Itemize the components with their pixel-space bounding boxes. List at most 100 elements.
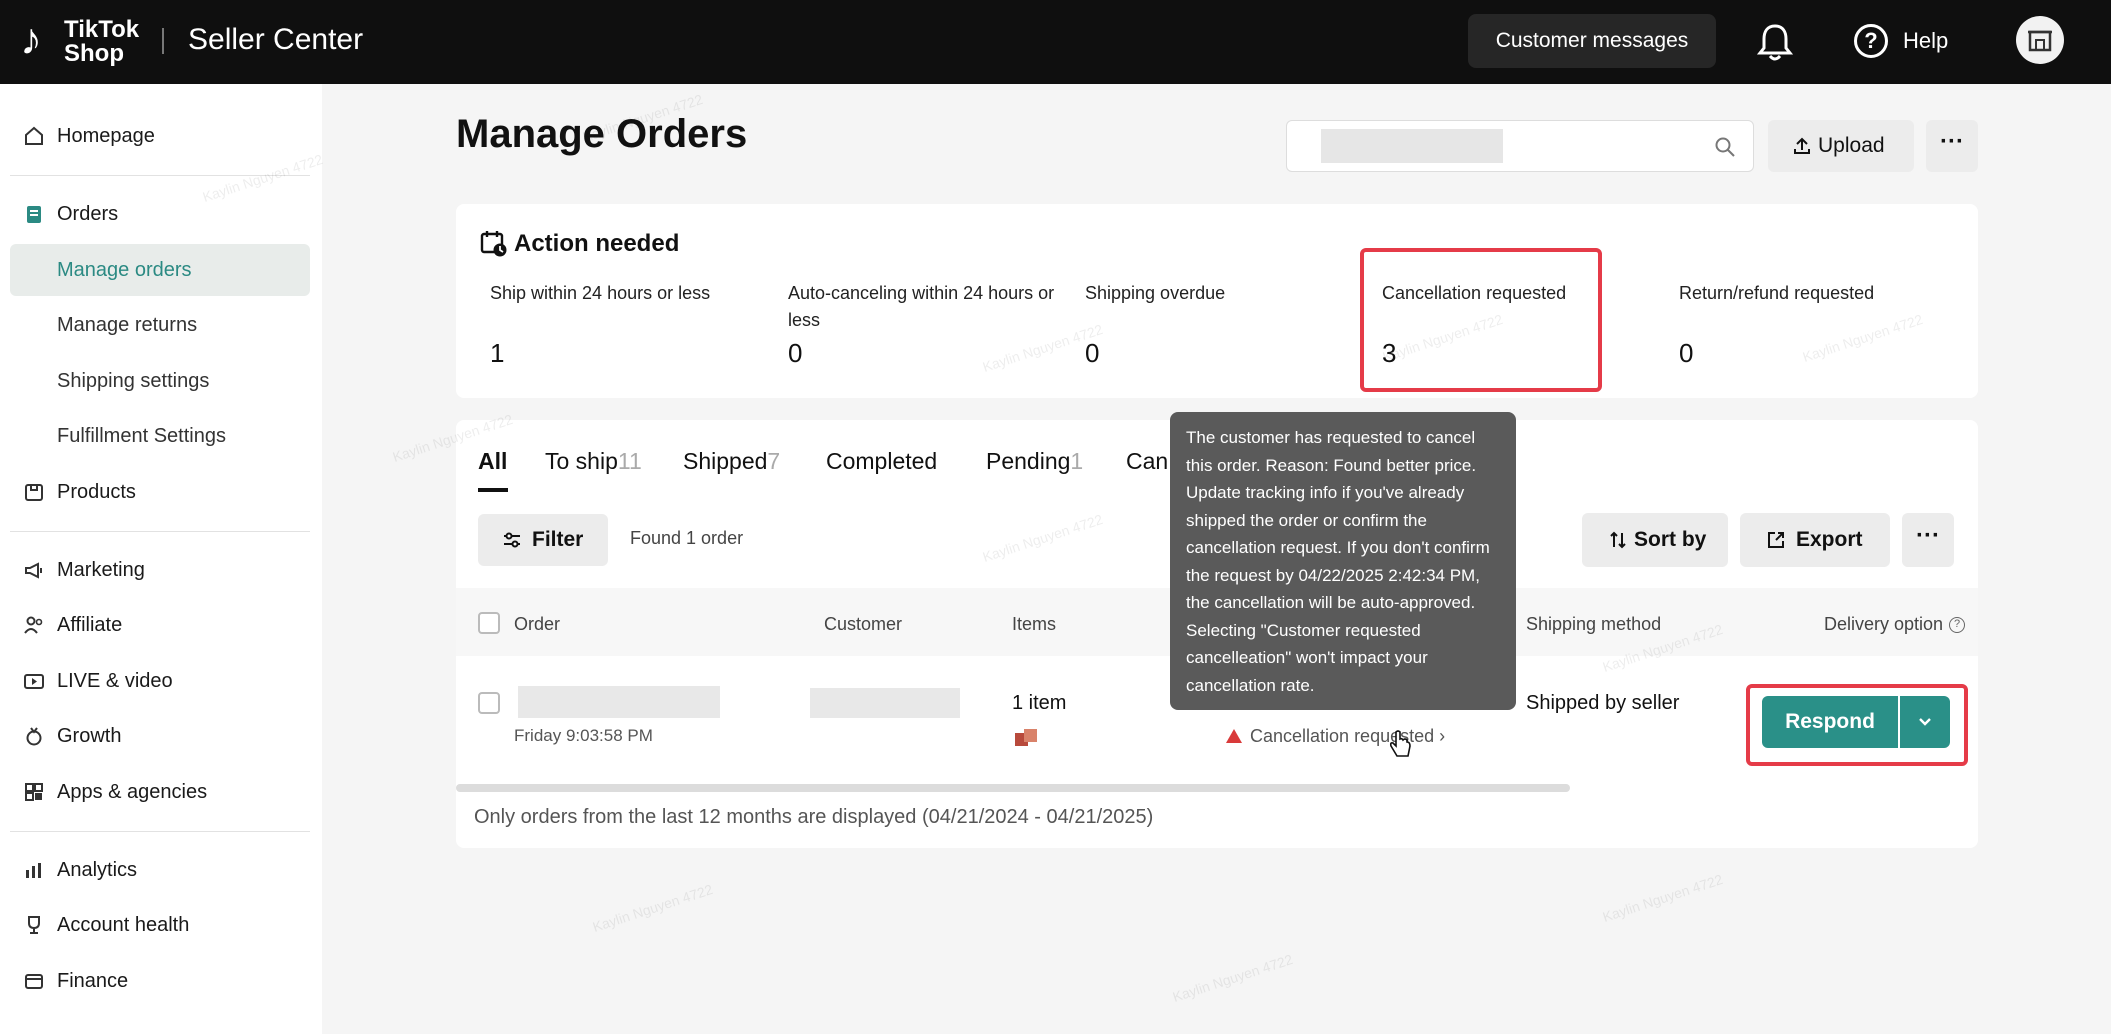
filter-label: Filter xyxy=(532,528,584,551)
tab-pending[interactable]: Pending1 xyxy=(986,448,1083,475)
sort-by-button[interactable]: Sort by xyxy=(1582,513,1728,567)
filter-button[interactable]: Filter xyxy=(478,514,608,566)
tab-label: Can xyxy=(1126,448,1169,474)
column-order: Order xyxy=(514,614,561,634)
tab-cancelled[interactable]: Can xyxy=(1126,448,1168,475)
tab-count: 1 xyxy=(1070,448,1084,474)
sidebar-item-homepage[interactable]: Homepage xyxy=(10,110,310,162)
list-more-button[interactable]: ··· xyxy=(1902,513,1954,567)
sidebar-divider xyxy=(10,175,310,176)
tiktok-note-icon: ♪ xyxy=(20,15,42,64)
sidebar-item-growth[interactable]: Growth xyxy=(10,710,310,762)
tab-label: Completed xyxy=(826,448,938,474)
tab-to-ship[interactable]: To ship11 xyxy=(545,448,642,475)
sidebar-item-label: Affiliate xyxy=(57,614,123,636)
sidebar-divider xyxy=(10,831,310,832)
sidebar-item-account-health[interactable]: Account health xyxy=(10,899,310,951)
affiliate-icon xyxy=(24,616,43,634)
items-count: 1 item xyxy=(1012,692,1067,714)
metric-label-ship-24h: Ship within 24 hours or less xyxy=(490,283,711,303)
watermark: Kaylin Nguyen 4722 xyxy=(1600,871,1725,925)
tiktok-shop-logo[interactable]: ♪ TikTok Shop xyxy=(20,14,160,68)
tab-count: 11 xyxy=(617,448,642,474)
sidebar-item-products[interactable]: Products xyxy=(10,466,310,518)
tab-shipped[interactable]: Shipped7 xyxy=(683,448,780,475)
upload-button[interactable]: Upload xyxy=(1768,120,1914,172)
metric-value-ship-24h[interactable]: 1 xyxy=(490,338,504,369)
warning-icon xyxy=(1226,729,1242,743)
search-icon[interactable] xyxy=(1713,135,1737,159)
export-icon xyxy=(1768,532,1784,548)
help-link[interactable]: Help xyxy=(1903,28,1948,54)
tab-label: Shipped xyxy=(683,448,768,474)
megaphone-icon xyxy=(25,562,42,579)
sidebar-item-label: Manage returns xyxy=(57,314,198,336)
highlight-respond xyxy=(1746,684,1968,766)
sidebar-item-manage-returns[interactable]: Manage returns xyxy=(10,299,310,351)
column-delivery-option: Delivery option? xyxy=(1824,614,1966,635)
sidebar-item-finance[interactable]: Finance xyxy=(10,955,310,1007)
sidebar-item-orders[interactable]: Orders xyxy=(10,188,310,240)
row-checkbox[interactable] xyxy=(478,692,500,714)
info-icon[interactable]: ? xyxy=(1949,617,1966,634)
chevron-right-icon: › xyxy=(1439,726,1446,746)
tab-count: 7 xyxy=(767,448,781,474)
upload-icon xyxy=(1794,137,1810,154)
sidebar-item-apps-agencies[interactable]: Apps & agencies xyxy=(10,766,310,818)
column-customer: Customer xyxy=(824,614,903,634)
help-icon[interactable]: ? xyxy=(1854,24,1888,58)
sidebar-item-label: Account health xyxy=(57,914,190,936)
sidebar-item-marketing[interactable]: Marketing xyxy=(10,544,310,596)
order-id-redacted[interactable] xyxy=(518,686,720,718)
more-options-button[interactable]: ··· xyxy=(1926,120,1978,172)
orders-icon xyxy=(27,206,41,223)
metric-label-auto-canceling: Auto-canceling within 24 hours or less xyxy=(788,283,1055,330)
search-input[interactable] xyxy=(1286,120,1754,172)
sidebar-item-label: Fulfillment Settings xyxy=(57,425,226,447)
sidebar-item-fulfillment-settings[interactable]: Fulfillment Settings xyxy=(10,410,310,462)
bell-icon[interactable] xyxy=(1757,22,1793,62)
customer-messages-button[interactable]: Customer messages xyxy=(1468,14,1716,68)
sidebar-item-label: Finance xyxy=(57,970,129,992)
tab-all[interactable]: All xyxy=(478,448,507,475)
export-button[interactable]: Export xyxy=(1740,513,1890,567)
metric-value-shipping-overdue[interactable]: 0 xyxy=(1085,338,1099,369)
sidebar: Homepage Orders Manage orders Manage ret… xyxy=(0,84,322,1034)
page-title: Manage Orders xyxy=(456,112,748,156)
watermark: Kaylin Nguyen 4722 xyxy=(590,881,715,935)
export-label: Export xyxy=(1796,528,1863,551)
seller-center-title: Seller Center xyxy=(188,23,364,56)
tab-completed[interactable]: Completed xyxy=(826,448,937,475)
sidebar-item-manage-orders[interactable]: Manage orders xyxy=(10,244,310,296)
home-icon xyxy=(25,126,43,145)
tab-active-indicator xyxy=(478,488,508,492)
select-all-checkbox[interactable] xyxy=(478,612,500,634)
logo-divider xyxy=(162,28,164,54)
metric-label-return-refund: Return/refund requested xyxy=(1679,283,1875,303)
found-count: Found 1 order xyxy=(630,528,744,548)
metric-value-auto-canceling[interactable]: 0 xyxy=(788,338,802,369)
upload-label: Upload xyxy=(1818,134,1885,157)
sidebar-item-live-video[interactable]: LIVE & video xyxy=(10,655,310,707)
sidebar-item-label: Orders xyxy=(57,203,119,225)
horizontal-scrollbar[interactable] xyxy=(456,784,1570,792)
sidebar-item-label: Manage orders xyxy=(57,259,192,281)
sidebar-item-shipping-settings[interactable]: Shipping settings xyxy=(10,355,310,407)
sidebar-item-analytics[interactable]: Analytics xyxy=(10,844,310,896)
action-needed-title: Action needed xyxy=(514,230,680,257)
finance-icon xyxy=(25,974,43,989)
sidebar-item-label: Analytics xyxy=(57,859,138,881)
sidebar-item-label: Homepage xyxy=(57,125,155,147)
sidebar-item-label: Growth xyxy=(57,725,122,747)
column-shipping-method: Shipping method xyxy=(1526,614,1662,634)
metric-value-return-refund[interactable]: 0 xyxy=(1679,338,1693,369)
top-bar: ♪ TikTok Shop Seller Center Customer mes… xyxy=(0,0,2111,84)
shipping-method-value: Shipped by seller xyxy=(1526,692,1680,714)
sort-icon xyxy=(1610,531,1626,549)
store-avatar[interactable] xyxy=(2016,16,2064,64)
tab-label: Pending xyxy=(986,448,1071,474)
video-icon xyxy=(24,674,44,689)
sidebar-item-affiliate[interactable]: Affiliate xyxy=(10,599,310,651)
sidebar-item-label: Marketing xyxy=(57,559,145,581)
customer-name-redacted xyxy=(810,688,960,718)
